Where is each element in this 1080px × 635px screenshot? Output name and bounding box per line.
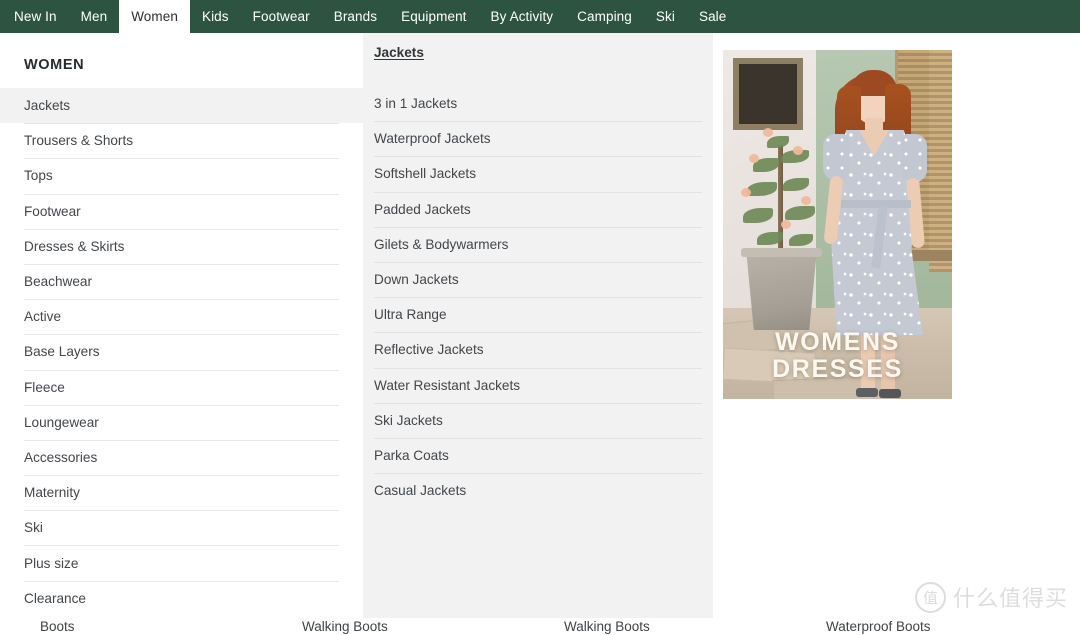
category-item-footwear[interactable]: Footwear: [0, 193, 363, 229]
background-item[interactable]: Walking Boots: [524, 619, 786, 635]
nav-item-new-in[interactable]: New In: [0, 0, 69, 33]
subcategory-list: 3 in 1 Jackets Waterproof Jackets Softsh…: [363, 86, 713, 508]
background-item[interactable]: Walking Boots: [262, 619, 524, 635]
category-list: Jackets Trousers & Shorts Tops Footwear …: [0, 88, 363, 616]
category-item-base-layers[interactable]: Base Layers: [0, 334, 363, 369]
nav-item-by-activity[interactable]: By Activity: [479, 0, 566, 33]
watermark-logo-icon: 值: [914, 581, 946, 613]
category-item-tops[interactable]: Tops: [0, 158, 363, 193]
megamenu-subcategory-column: Jackets 3 in 1 Jackets Waterproof Jacket…: [363, 33, 713, 618]
category-item-beachwear[interactable]: Beachwear: [0, 263, 363, 299]
megamenu-category-column: WOMEN Jackets Trousers & Shorts Tops Foo…: [0, 33, 363, 618]
main-navigation-bar: New In Men Women Kids Footwear Brands Eq…: [0, 0, 1080, 33]
category-item-jackets[interactable]: Jackets: [0, 88, 363, 124]
nav-item-men[interactable]: Men: [69, 0, 120, 33]
category-item-trousers-shorts[interactable]: Trousers & Shorts: [0, 123, 363, 158]
promo-caption-line-1: WOMENS: [775, 328, 900, 356]
subcategory-item-waterproof-jackets[interactable]: Waterproof Jackets: [363, 121, 713, 156]
nav-item-ski[interactable]: Ski: [644, 0, 687, 33]
promo-caption: WOMENS DRESSES: [723, 329, 952, 383]
background-item[interactable]: Waterproof Boots: [786, 619, 1048, 635]
background-item[interactable]: Boots: [0, 619, 262, 635]
page-root: Boots Walking Boots Walking Boots Waterp…: [0, 0, 1080, 635]
nav-item-brands[interactable]: Brands: [322, 0, 389, 33]
megamenu-promo-column: WOMENS DRESSES: [713, 33, 1080, 618]
subcategory-heading-link[interactable]: Jackets: [374, 45, 424, 60]
nav-item-footwear[interactable]: Footwear: [241, 0, 322, 33]
watermark: 值 什么值得买: [914, 581, 1068, 613]
nav-item-women[interactable]: Women: [119, 0, 190, 33]
subcategory-item-ski-jackets[interactable]: Ski Jackets: [363, 402, 713, 438]
subcategory-item-parka-coats[interactable]: Parka Coats: [363, 437, 713, 473]
subcategory-item-softshell-jackets[interactable]: Softshell Jackets: [363, 156, 713, 191]
category-item-clearance[interactable]: Clearance: [0, 580, 363, 616]
subcategory-item-padded-jackets[interactable]: Padded Jackets: [363, 191, 713, 227]
background-category-row: Boots Walking Boots Walking Boots Waterp…: [0, 619, 1080, 635]
watermark-text: 什么值得买: [952, 587, 1068, 612]
nav-item-equipment[interactable]: Equipment: [389, 0, 478, 33]
subcategory-item-water-resistant-jackets[interactable]: Water Resistant Jackets: [363, 367, 713, 403]
subcategory-item-reflective-jackets[interactable]: Reflective Jackets: [363, 332, 713, 367]
promo-banner-womens-dresses[interactable]: WOMENS DRESSES: [723, 50, 952, 399]
category-item-active[interactable]: Active: [0, 299, 363, 334]
subcategory-item-3-in-1-jackets[interactable]: 3 in 1 Jackets: [363, 86, 713, 121]
category-item-ski[interactable]: Ski: [0, 510, 363, 545]
category-item-fleece[interactable]: Fleece: [0, 369, 363, 405]
category-item-plus-size[interactable]: Plus size: [0, 545, 363, 580]
nav-item-kids[interactable]: Kids: [190, 0, 241, 33]
subcategory-item-ultra-range[interactable]: Ultra Range: [363, 297, 713, 332]
subcategory-item-gilets-bodywarmers[interactable]: Gilets & Bodywarmers: [363, 226, 713, 262]
category-item-loungewear[interactable]: Loungewear: [0, 404, 363, 440]
megamenu-title: WOMEN: [24, 57, 85, 73]
nav-item-sale[interactable]: Sale: [687, 0, 738, 33]
promo-caption-line-2: DRESSES: [772, 355, 903, 383]
category-item-dresses-skirts[interactable]: Dresses & Skirts: [0, 228, 363, 264]
nav-item-camping[interactable]: Camping: [565, 0, 644, 33]
category-item-accessories[interactable]: Accessories: [0, 439, 363, 475]
category-item-maternity[interactable]: Maternity: [0, 475, 363, 510]
women-megamenu-panel: WOMEN Jackets Trousers & Shorts Tops Foo…: [0, 33, 1080, 618]
subcategory-item-casual-jackets[interactable]: Casual Jackets: [363, 473, 713, 508]
subcategory-item-down-jackets[interactable]: Down Jackets: [363, 261, 713, 297]
